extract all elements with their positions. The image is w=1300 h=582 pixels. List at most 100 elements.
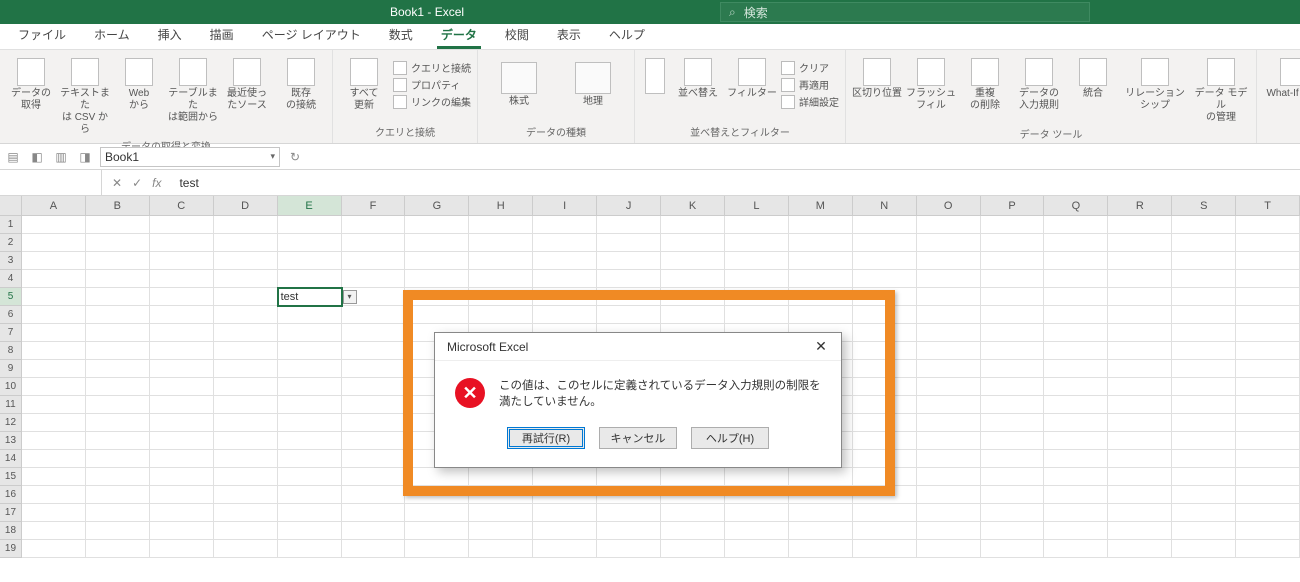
cell-S15[interactable]: [1172, 468, 1236, 486]
cell-P15[interactable]: [981, 468, 1045, 486]
cell-A6[interactable]: [22, 306, 86, 324]
cell-O15[interactable]: [917, 468, 981, 486]
qat-btn-4[interactable]: ◨: [76, 148, 94, 166]
cell-N15[interactable]: [853, 468, 917, 486]
btn-stocks[interactable]: 株式: [484, 58, 554, 108]
cell-J2[interactable]: [597, 234, 661, 252]
cell-P5[interactable]: [981, 288, 1045, 306]
cell-D17[interactable]: [214, 504, 278, 522]
cell-T4[interactable]: [1236, 270, 1300, 288]
cell-A13[interactable]: [22, 432, 86, 450]
cancel-button[interactable]: キャンセル: [599, 427, 677, 449]
cell-E8[interactable]: [278, 342, 342, 360]
cell-B14[interactable]: [86, 450, 150, 468]
cell-G15[interactable]: [405, 468, 469, 486]
cell-Q3[interactable]: [1044, 252, 1108, 270]
cell-R14[interactable]: [1108, 450, 1172, 468]
cell-G5[interactable]: [405, 288, 469, 306]
btn-geography[interactable]: 地理: [558, 58, 628, 108]
cell-N4[interactable]: [853, 270, 917, 288]
cell-J1[interactable]: [597, 216, 661, 234]
row-header-11[interactable]: 11: [0, 396, 22, 414]
btn-sort-az[interactable]: [641, 54, 669, 96]
row-header-12[interactable]: 12: [0, 414, 22, 432]
btn-properties[interactable]: プロパティ: [393, 77, 471, 92]
row-header-16[interactable]: 16: [0, 486, 22, 504]
cell-M1[interactable]: [789, 216, 853, 234]
cell-K6[interactable]: [661, 306, 725, 324]
cell-F16[interactable]: [342, 486, 406, 504]
cell-O5[interactable]: [917, 288, 981, 306]
btn-advanced[interactable]: 詳細設定: [781, 94, 839, 109]
cell-Q8[interactable]: [1044, 342, 1108, 360]
btn-text-to-columns[interactable]: 区切り位置: [852, 54, 902, 100]
cell-O10[interactable]: [917, 378, 981, 396]
cell-H5[interactable]: [469, 288, 533, 306]
cell-Q19[interactable]: [1044, 540, 1108, 558]
cell-F3[interactable]: [342, 252, 406, 270]
cell-N14[interactable]: [853, 450, 917, 468]
btn-get-data[interactable]: データの 取得: [6, 54, 56, 112]
cell-L19[interactable]: [725, 540, 789, 558]
cell-N1[interactable]: [853, 216, 917, 234]
cell-S10[interactable]: [1172, 378, 1236, 396]
cell-I3[interactable]: [533, 252, 597, 270]
cell-H4[interactable]: [469, 270, 533, 288]
row-header-2[interactable]: 2: [0, 234, 22, 252]
cell-S11[interactable]: [1172, 396, 1236, 414]
cell-B8[interactable]: [86, 342, 150, 360]
cell-B19[interactable]: [86, 540, 150, 558]
cell-F18[interactable]: [342, 522, 406, 540]
cell-F1[interactable]: [342, 216, 406, 234]
cell-P11[interactable]: [981, 396, 1045, 414]
cell-R11[interactable]: [1108, 396, 1172, 414]
cell-A9[interactable]: [22, 360, 86, 378]
cell-D9[interactable]: [214, 360, 278, 378]
cell-Q11[interactable]: [1044, 396, 1108, 414]
cell-C5[interactable]: [150, 288, 214, 306]
column-header-C[interactable]: C: [150, 196, 214, 215]
cell-F15[interactable]: [342, 468, 406, 486]
cell-N8[interactable]: [853, 342, 917, 360]
cell-S9[interactable]: [1172, 360, 1236, 378]
cell-C9[interactable]: [150, 360, 214, 378]
cell-T15[interactable]: [1236, 468, 1300, 486]
cell-T8[interactable]: [1236, 342, 1300, 360]
cell-N16[interactable]: [853, 486, 917, 504]
cell-G16[interactable]: [405, 486, 469, 504]
cell-M17[interactable]: [789, 504, 853, 522]
cell-K4[interactable]: [661, 270, 725, 288]
cell-T12[interactable]: [1236, 414, 1300, 432]
btn-recent-sources[interactable]: 最近使っ たソース: [222, 54, 272, 112]
cell-P4[interactable]: [981, 270, 1045, 288]
cell-I18[interactable]: [533, 522, 597, 540]
row-header-13[interactable]: 13: [0, 432, 22, 450]
workbook-combo[interactable]: Book1 ▾: [100, 147, 280, 167]
btn-remove-duplicates[interactable]: 重複 の削除: [960, 54, 1010, 112]
cell-C17[interactable]: [150, 504, 214, 522]
cell-K15[interactable]: [661, 468, 725, 486]
cell-S3[interactable]: [1172, 252, 1236, 270]
column-header-Q[interactable]: Q: [1044, 196, 1108, 215]
cell-C18[interactable]: [150, 522, 214, 540]
cell-F2[interactable]: [342, 234, 406, 252]
cell-J19[interactable]: [597, 540, 661, 558]
cell-N11[interactable]: [853, 396, 917, 414]
cell-C16[interactable]: [150, 486, 214, 504]
tab-draw[interactable]: 描画: [196, 22, 248, 49]
cell-F14[interactable]: [342, 450, 406, 468]
cell-D3[interactable]: [214, 252, 278, 270]
cell-O7[interactable]: [917, 324, 981, 342]
cell-R12[interactable]: [1108, 414, 1172, 432]
cell-Q4[interactable]: [1044, 270, 1108, 288]
cell-P9[interactable]: [981, 360, 1045, 378]
cell-N10[interactable]: [853, 378, 917, 396]
cell-D1[interactable]: [214, 216, 278, 234]
cell-I16[interactable]: [533, 486, 597, 504]
cell-K19[interactable]: [661, 540, 725, 558]
formula-input[interactable]: test: [171, 176, 1300, 190]
tab-insert[interactable]: 挿入: [144, 22, 196, 49]
cell-E14[interactable]: [278, 450, 342, 468]
cell-C3[interactable]: [150, 252, 214, 270]
qat-btn-1[interactable]: ▤: [4, 148, 22, 166]
